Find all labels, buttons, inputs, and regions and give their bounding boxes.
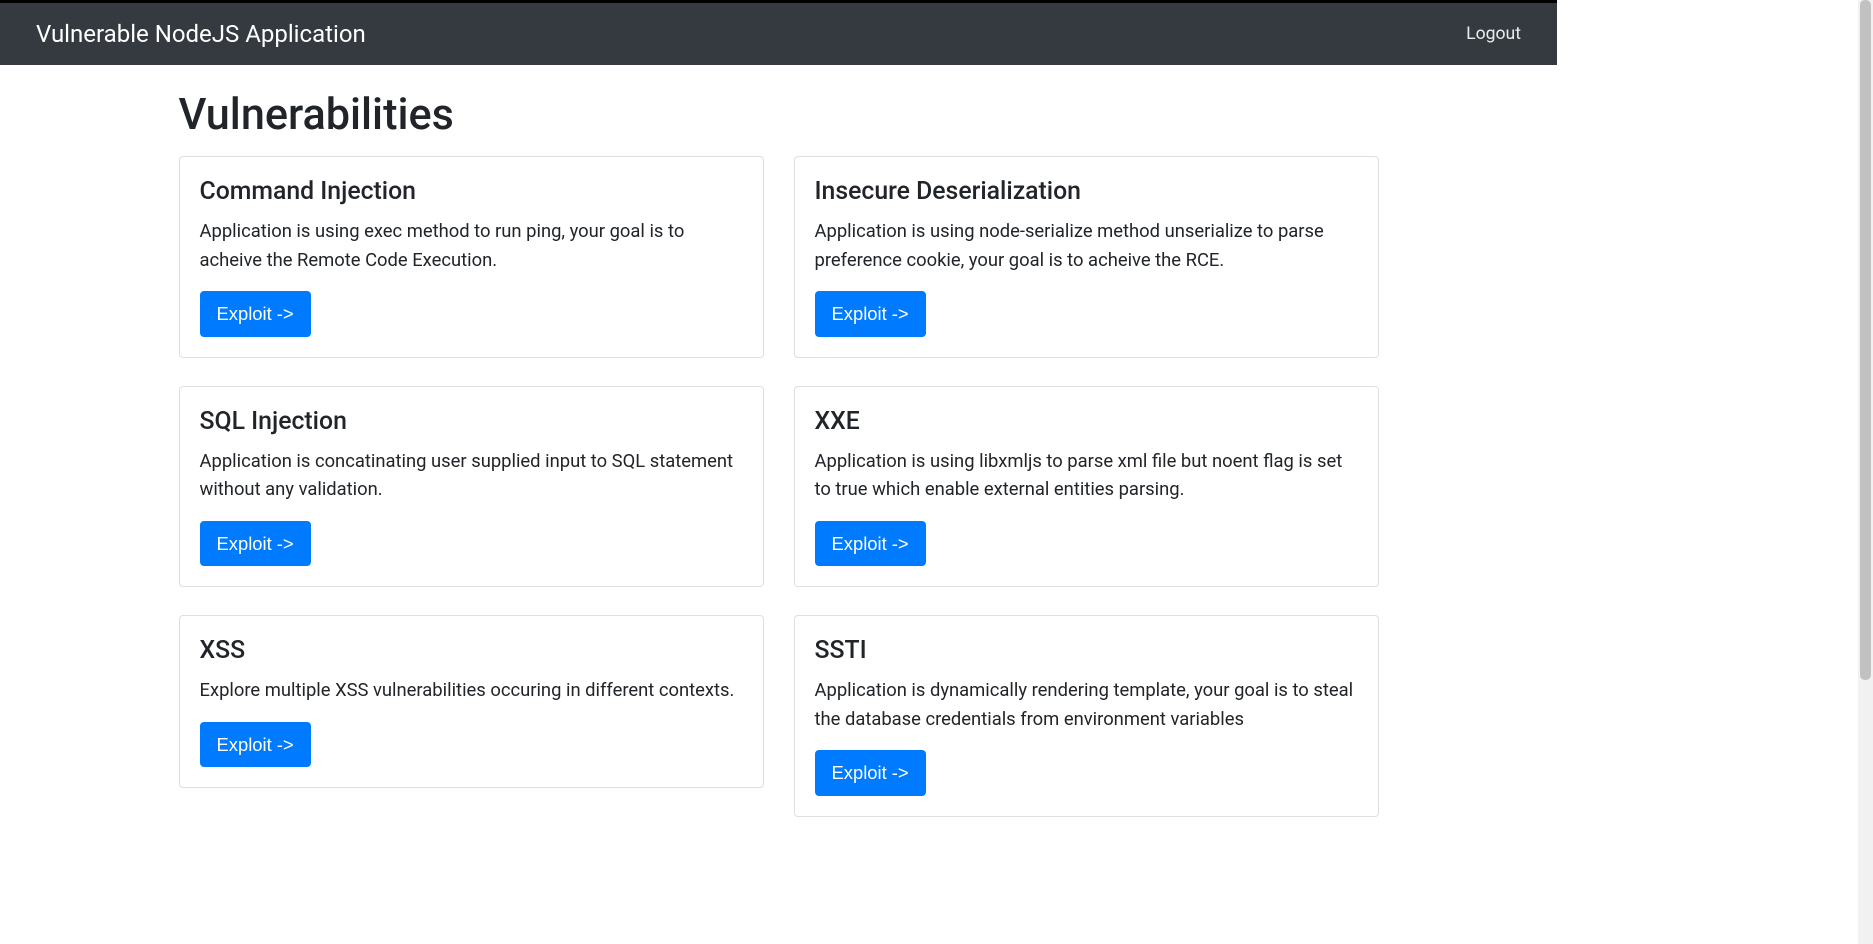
card-xxe: XXE Application is using libxmljs to par… [794,386,1379,588]
exploit-button[interactable]: Exploit -> [200,291,311,337]
card-text: Explore multiple XSS vulnerabilities occ… [200,677,743,706]
card-title: SSTI [815,636,1358,665]
card-xss: XSS Explore multiple XSS vulnerabilities… [179,615,764,788]
card-text: Application is dynamically rendering tem… [815,677,1358,734]
card-text: Application is using exec method to run … [200,218,743,275]
card-insecure-deserialization: Insecure Deserialization Application is … [794,156,1379,358]
card-ssti: SSTI Application is dynamically renderin… [794,615,1379,817]
card-text: Application is using libxmljs to parse x… [815,448,1358,505]
exploit-button[interactable]: Exploit -> [200,722,311,768]
exploit-button[interactable]: Exploit -> [815,750,926,796]
card-command-injection: Command Injection Application is using e… [179,156,764,358]
card-title: SQL Injection [200,407,743,436]
card-sql-injection: SQL Injection Application is concatinati… [179,386,764,588]
scrollbar[interactable] [1858,0,1873,944]
exploit-button[interactable]: Exploit -> [815,521,926,567]
exploit-button[interactable]: Exploit -> [200,521,311,567]
card-title: Command Injection [200,177,743,206]
card-text: Application is concatinating user suppli… [200,448,743,505]
card-title: XSS [200,636,743,665]
card-text: Application is using node-serialize meth… [815,218,1358,275]
exploit-button[interactable]: Exploit -> [815,291,926,337]
scrollbar-thumb[interactable] [1860,0,1871,680]
card-title: Insecure Deserialization [815,177,1358,206]
navbar-brand[interactable]: Vulnerable NodeJS Application [36,15,366,53]
navbar: Vulnerable NodeJS Application Logout [0,3,1557,65]
logout-link[interactable]: Logout [1466,24,1521,44]
card-title: XXE [815,407,1358,436]
main-container: Vulnerabilities Command Injection Applic… [164,89,1394,845]
page-title: Vulnerabilities [179,89,1379,140]
cards-grid: Command Injection Application is using e… [164,156,1394,845]
